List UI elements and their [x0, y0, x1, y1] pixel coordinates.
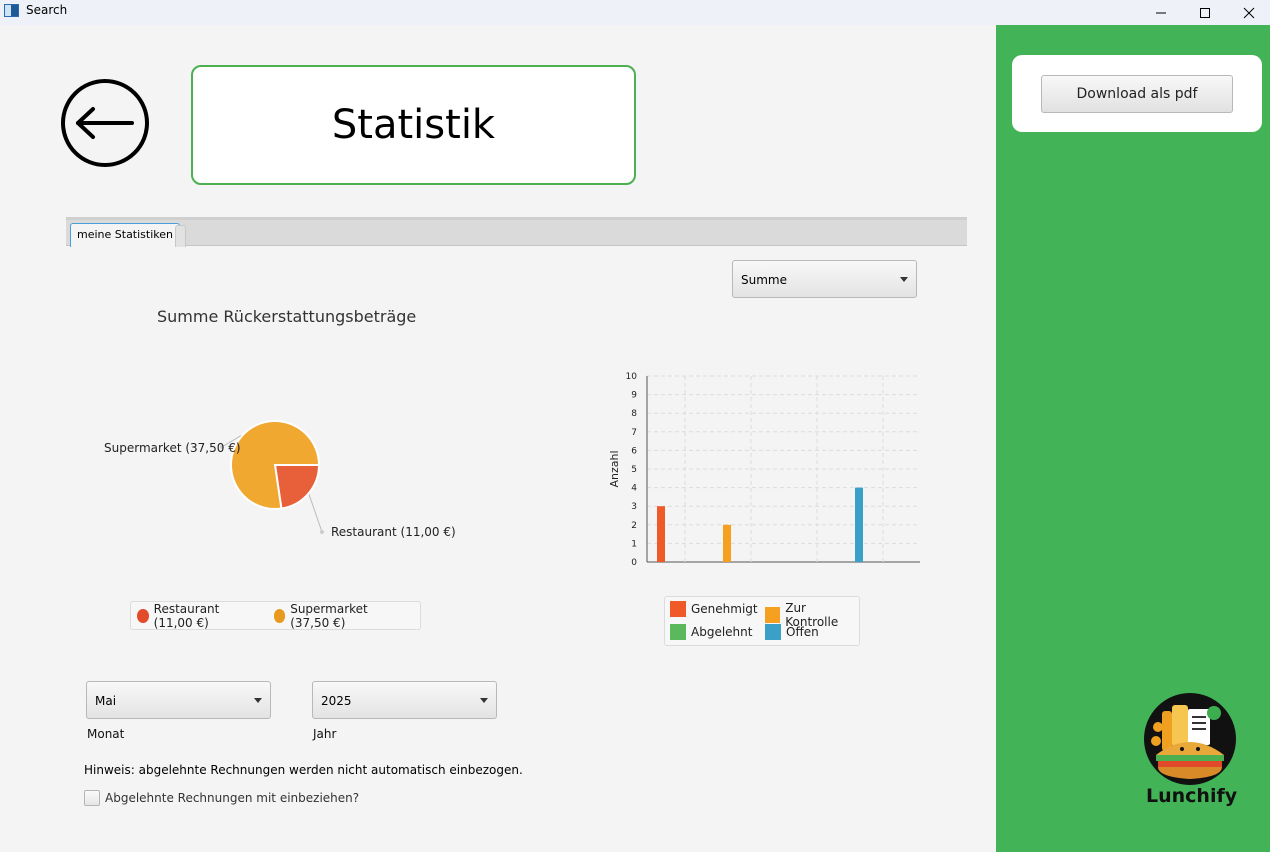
chevron-down-icon	[254, 698, 262, 703]
bar-chart: 0 1 2 3 4 5 6 7 8 9 10 Anzahl	[608, 372, 920, 568]
bar-legend-item-genehmigt: Genehmigt	[670, 601, 758, 617]
bar-y-tick-label: 1	[631, 539, 637, 549]
bar-y-axis-label: Anzahl	[608, 450, 621, 487]
hint-text: Hinweis: abgelehnte Rechnungen werden ni…	[84, 763, 523, 777]
month-label: Monat	[87, 727, 125, 741]
minimize-icon	[1156, 12, 1166, 13]
legend-square-offen	[765, 624, 781, 640]
include-rejected-label: Abgelehnte Rechnungen mit einbeziehen?	[105, 791, 360, 805]
bar-legend-label-genehmigt: Genehmigt	[691, 602, 758, 616]
mode-select[interactable]: Summe	[732, 260, 917, 298]
maximize-button[interactable]	[1182, 0, 1228, 25]
bar-y-tick-label: 8	[631, 409, 637, 419]
tab-meine-statistiken[interactable]: meine Statistiken	[70, 223, 180, 247]
pie-label-leader	[308, 494, 323, 533]
page-title: Statistik	[331, 102, 496, 148]
bar-y-tick-label: 5	[631, 465, 637, 475]
pie-legend-item-supermarket: Supermarket (37,50 €)	[273, 601, 404, 630]
bar-zur-kontrolle	[723, 524, 731, 562]
bar-legend-label-abgelehnt: Abgelehnt	[691, 625, 753, 639]
pie-slice-restaurant	[273, 464, 321, 510]
download-pdf-button[interactable]: Download als pdf	[1041, 75, 1233, 113]
bar-y-tick-label: 2	[631, 521, 637, 531]
mode-select-value: Summe	[741, 273, 787, 287]
legend-dot-supermarket	[273, 608, 286, 623]
legend-dot-restaurant	[137, 608, 149, 623]
close-icon	[1243, 7, 1255, 18]
app-icon	[4, 4, 19, 17]
window-title: Search	[26, 3, 68, 17]
lunchify-logo-icon	[1144, 693, 1236, 785]
bar-legend-label-offen: Offen	[786, 625, 819, 639]
legend-square-abgelehnt	[670, 624, 686, 640]
pie-slice-label: Supermarket (37,50 €)	[104, 441, 241, 455]
pie-legend-label-restaurant: Restaurant (11,00 €)	[153, 601, 220, 630]
bar-y-tick-label: 6	[631, 446, 637, 456]
tab-spacer	[175, 225, 186, 247]
include-rejected-checkbox[interactable]	[84, 790, 100, 806]
month-select[interactable]: Mai	[86, 681, 271, 719]
legend-square-genehmigt	[670, 601, 686, 617]
bar-y-tick-label: 10	[626, 372, 638, 382]
close-button[interactable]	[1226, 0, 1270, 25]
main-panel: Statistik meine Statistiken Summe Summe …	[0, 25, 996, 852]
bar-y-tick-label: 7	[631, 428, 637, 438]
back-button[interactable]	[60, 78, 150, 168]
year-select[interactable]: 2025	[312, 681, 497, 719]
pie-legend-label-supermarket: Supermarket (37,50 €)	[290, 601, 368, 630]
pie-legend: Restaurant (11,00 €) Supermarket (37,50 …	[130, 601, 421, 630]
pie-chart: Supermarket (37,50 €) Restaurant (11,00 €…	[104, 420, 456, 539]
page-title-box: Statistik	[191, 65, 636, 185]
month-select-value: Mai	[95, 694, 117, 708]
bar-legend-item-abgelehnt: Abgelehnt	[670, 624, 752, 640]
pie-label-dot	[320, 530, 324, 534]
tab-bar: meine Statistiken	[66, 217, 967, 247]
maximize-icon	[1200, 7, 1210, 18]
bar-y-tick-label: 0	[631, 558, 637, 568]
minimize-button[interactable]	[1138, 0, 1184, 25]
arrow-left-circle-icon	[61, 79, 149, 167]
year-select-value: 2025	[321, 694, 352, 708]
bar-legend-item-offen: Offen	[765, 624, 819, 640]
pie-legend-item-restaurant: Restaurant (11,00 €)	[137, 602, 258, 630]
year-label: Jahr	[313, 727, 337, 741]
bar-y-tick-label: 9	[631, 391, 637, 401]
chevron-down-icon	[480, 698, 488, 703]
pie-chart-title: Summe Rückerstattungsbeträge	[157, 307, 417, 326]
bar-y-tick-label: 4	[631, 484, 637, 494]
bar-offen	[855, 487, 863, 562]
chevron-down-icon	[900, 277, 908, 282]
logo-text: Lunchify	[1146, 785, 1238, 807]
legend-square-zur-kontrolle	[765, 607, 781, 623]
bar-y-tick-label: 3	[631, 502, 637, 512]
include-rejected-row[interactable]: Abgelehnte Rechnungen mit einbeziehen?	[84, 790, 359, 806]
download-card: Download als pdf	[1012, 55, 1262, 132]
sidebar: Download als pdf Lunchify	[996, 25, 1270, 852]
window-titlebar: Search	[0, 0, 1270, 25]
pie-slice-label: Restaurant (11,00 €)	[331, 525, 456, 539]
bar-legend: Genehmigt Zur Kontrolle Abgelehnt Offen	[664, 596, 860, 646]
bar-genehmigt	[657, 506, 665, 562]
